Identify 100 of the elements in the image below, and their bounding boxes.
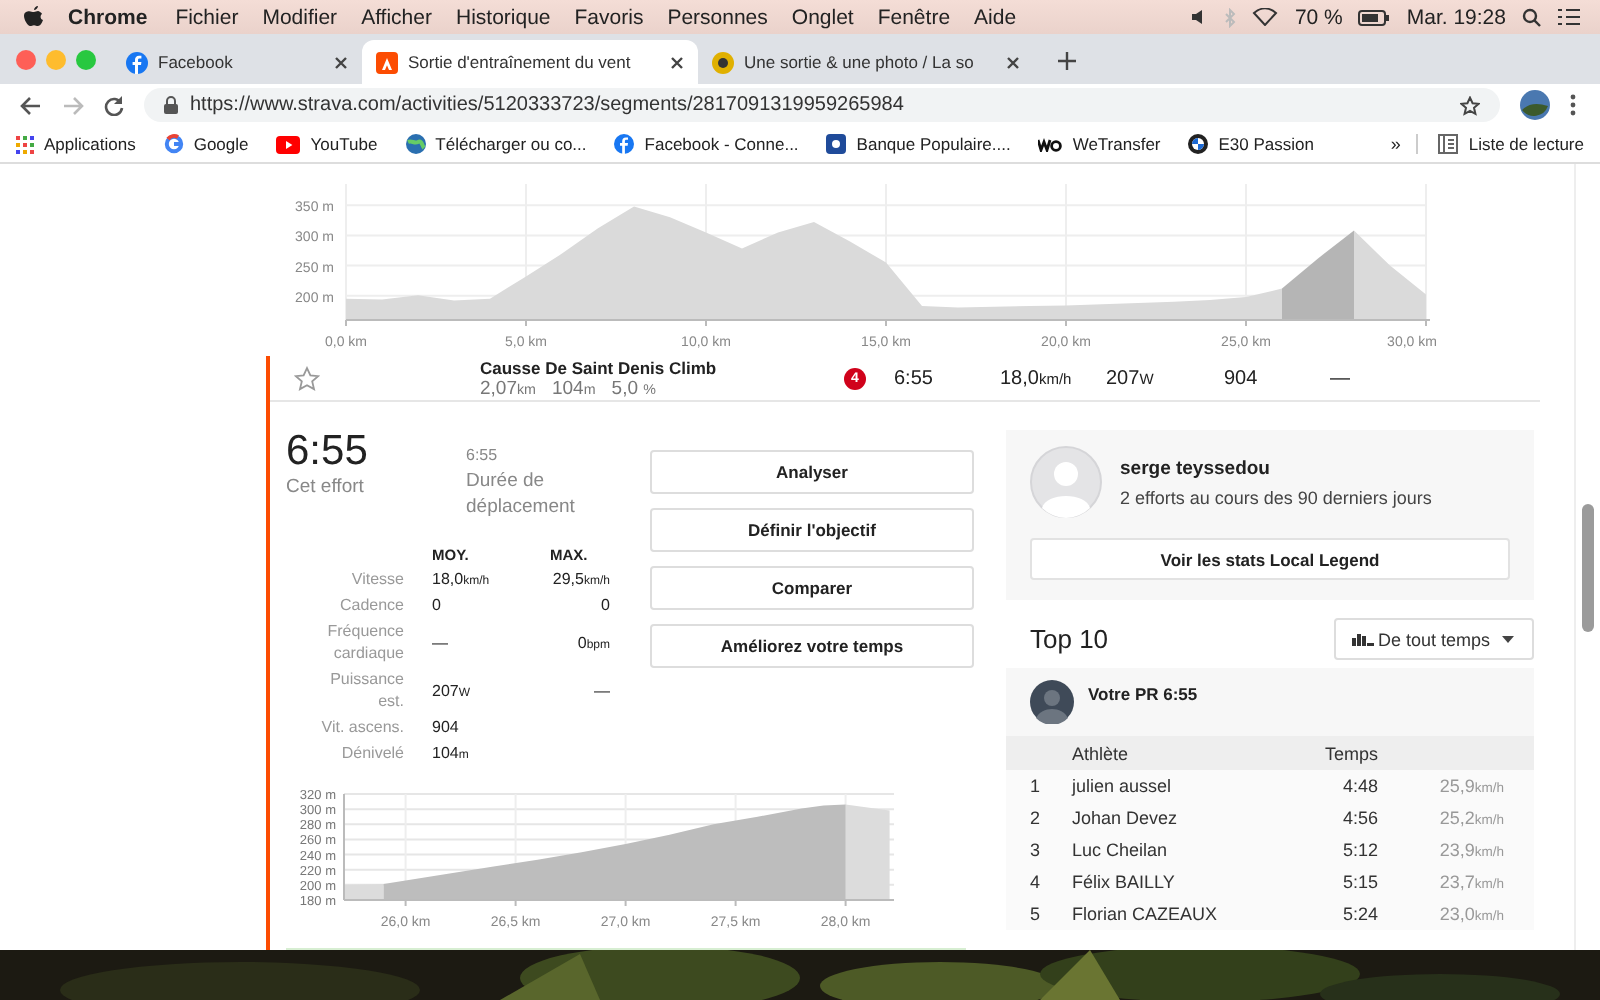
stat-label: Puissance est. — [328, 668, 404, 712]
action-button[interactable]: Définir l'objectif — [650, 508, 974, 552]
time-cell-text: 5:12 — [1340, 840, 1378, 860]
tab-title: Facebook — [158, 52, 235, 72]
we-logo-icon — [1038, 137, 1063, 151]
close-icon[interactable] — [1006, 55, 1020, 69]
rank-cell-text: 1 — [1028, 776, 1043, 796]
effort-count: 2 efforts au cours des 90 derniers jours — [1120, 487, 1432, 507]
action-button[interactable]: Comparer — [650, 566, 974, 610]
menu-item[interactable]: Modifier — [262, 5, 338, 29]
tab-title: Une sortie & une photo / La so — [744, 52, 976, 72]
f-logo-icon — [614, 134, 635, 154]
effort-time: 6:55 — [286, 430, 370, 474]
grid-icon — [16, 135, 34, 153]
profile-avatar[interactable] — [1520, 90, 1550, 120]
effort-label: Cet effort — [286, 474, 366, 500]
reload-icon[interactable] — [104, 95, 124, 115]
caret-icon — [1502, 635, 1514, 643]
rank-cell-text: 2 — [1028, 808, 1043, 828]
menu-item[interactable]: Afficher — [361, 5, 432, 29]
more-bookmarks[interactable]: » — [1390, 134, 1419, 154]
menu-item[interactable]: Favoris — [574, 5, 644, 29]
stat-label: Dénivelé — [339, 742, 404, 764]
menu-item[interactable]: Aide — [974, 5, 1017, 29]
bookmark[interactable]: Facebook - Conne... — [614, 134, 799, 154]
badge-icon — [712, 51, 734, 73]
apple-icon[interactable] — [24, 5, 44, 29]
star-icon[interactable] — [294, 365, 320, 391]
rank-cell-text: 3 — [1028, 840, 1043, 860]
lock-icon — [164, 96, 178, 114]
scrollbar-thumb[interactable] — [1582, 504, 1594, 632]
reading-list-icon — [1438, 134, 1459, 154]
search-icon[interactable] — [1522, 7, 1542, 27]
time-cell-text: 4:56 — [1340, 808, 1378, 828]
athlete-link[interactable]: Luc Cheilan — [1072, 840, 1252, 860]
column-header: Temps — [1322, 743, 1378, 763]
clock[interactable]: Mar. 19:28 — [1406, 5, 1506, 29]
stat-label: Cadence — [337, 594, 404, 616]
menu-item[interactable]: Personnes — [667, 5, 768, 29]
athlete-link[interactable]: julien aussel — [1072, 776, 1252, 796]
close-icon[interactable] — [670, 55, 684, 69]
time-cell-text: 5:15 — [1340, 872, 1378, 892]
list-icon[interactable] — [1558, 8, 1580, 26]
segment-name[interactable]: Causse De Saint Denis Climb — [480, 357, 836, 377]
bookmark[interactable]: Google — [163, 134, 249, 154]
back-arrow-icon[interactable] — [20, 95, 42, 115]
athlete-name[interactable]: serge teyssedou — [1120, 457, 1432, 479]
close-icon[interactable] — [334, 55, 348, 69]
browser-tab[interactable]: Facebook — [112, 40, 362, 84]
play-icon — [276, 135, 301, 153]
segment-time: 6:55 — [894, 367, 935, 389]
bookmark[interactable]: WeTransfer — [1038, 134, 1161, 154]
menu-item[interactable]: Historique — [455, 5, 551, 29]
time-cell-text: 4:48 — [1340, 776, 1378, 796]
reading-list-button[interactable]: Liste de lecture — [1438, 134, 1584, 154]
segment-vam: 904 — [1224, 367, 1260, 389]
stat-label: Fréquence cardiaque — [325, 620, 404, 664]
athlete-link[interactable]: Félix BAILLY — [1072, 872, 1252, 892]
menu-item[interactable]: Fenêtre — [877, 5, 951, 29]
roundel-icon — [1188, 134, 1209, 154]
battery-icon[interactable] — [1358, 9, 1391, 25]
action-button[interactable]: Analyser — [650, 450, 974, 494]
stat-max: — — [592, 681, 610, 699]
battery-percent: 70 % — [1294, 5, 1343, 29]
wifi-icon[interactable] — [1252, 8, 1279, 26]
star-icon[interactable] — [1460, 95, 1480, 115]
bar-chart-icon — [1352, 633, 1374, 645]
athlete-link[interactable]: Johan Devez — [1072, 808, 1252, 828]
stat-average: 904 — [432, 718, 461, 736]
stat-label: Vit. ascens. — [319, 716, 404, 738]
local-legend-button[interactable]: Voir les stats Local Legend — [1030, 538, 1510, 580]
menu-item[interactable]: Fichier — [175, 5, 239, 29]
rank-cell-text: 4 — [1028, 872, 1043, 892]
tab-title: Sortie d'entraînement du vent — [408, 52, 633, 72]
avatar-icon — [1030, 446, 1102, 518]
bookmark[interactable]: YouTube — [276, 134, 378, 154]
time-filter-dropdown[interactable]: De tout temps — [1334, 618, 1534, 660]
segment-heart-rate: — — [1330, 367, 1350, 389]
stat-max: 0 — [599, 596, 610, 614]
bookmark[interactable]: Applications — [16, 134, 136, 154]
bookmark[interactable]: E30 Passion — [1188, 134, 1314, 154]
address-field[interactable]: https://www.strava.com/activities/5120333723/segments/2817091319959265984 — [144, 88, 1500, 122]
stat-label: Vitesse — [349, 568, 404, 590]
more-icon[interactable] — [1570, 94, 1576, 116]
menu-item[interactable]: Onglet — [791, 5, 854, 29]
browser-tab[interactable]: Une sortie & une photo / La so — [698, 40, 1034, 84]
action-button[interactable]: Améliorez votre temps — [650, 624, 974, 668]
moving-time-label: Durée de déplacement — [466, 468, 577, 520]
athlete-link[interactable]: Florian CAZEAUX — [1072, 904, 1252, 924]
new-tab-icon[interactable] — [1058, 52, 1076, 70]
moving-time: 6:55 — [466, 444, 500, 468]
app-menu[interactable]: Chrome — [68, 5, 148, 29]
bookmark[interactable]: Télécharger ou co... — [405, 134, 587, 154]
stat-average: 0 — [432, 596, 443, 614]
avatar-icon — [1030, 680, 1074, 724]
g-logo-icon — [163, 134, 184, 154]
browser-tab[interactable]: Sortie d'entraînement du vent — [362, 40, 698, 84]
bookmark[interactable]: Banque Populaire.... — [826, 134, 1011, 154]
globe-icon — [405, 134, 426, 154]
personal-record: Votre PR 6:55 — [1088, 682, 1198, 704]
